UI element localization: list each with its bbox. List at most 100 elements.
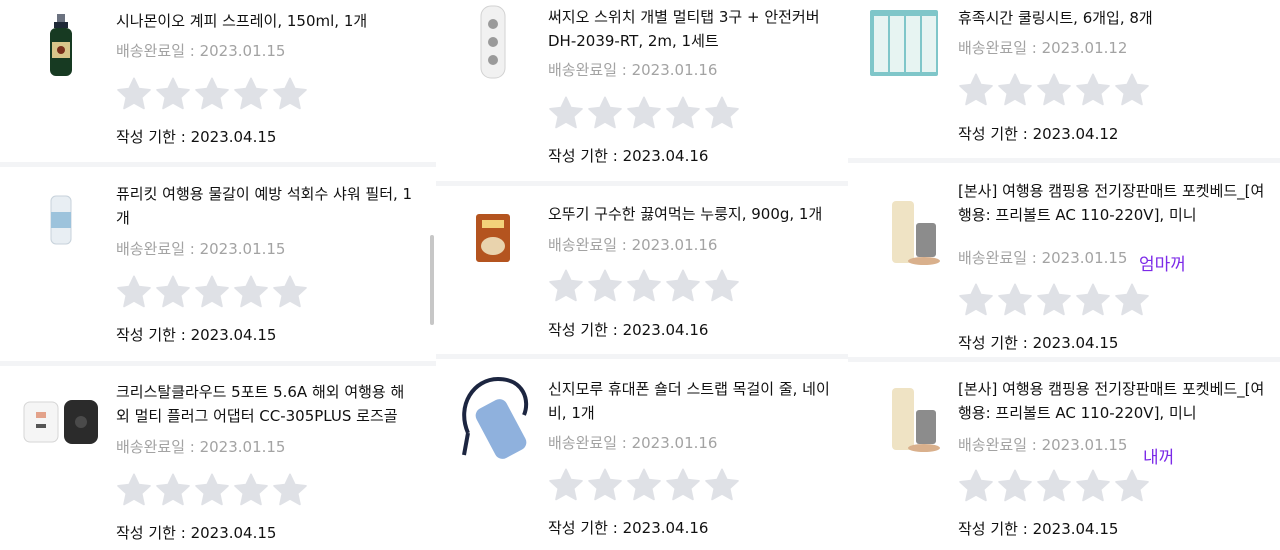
star-icon[interactable] <box>154 274 192 311</box>
review-card[interactable]: 신지모루 휴대폰 숄더 스트랩 목걸이 줄, 네이비, 1개 배송완료일 : 2… <box>436 359 848 550</box>
star-icon[interactable] <box>115 472 153 509</box>
star-rating[interactable] <box>547 95 741 132</box>
product-title: 휴족시간 쿨링시트, 6개입, 8개 <box>958 9 1153 27</box>
star-icon[interactable] <box>586 467 624 504</box>
delivery-date: 배송완료일 : 2023.01.16 <box>548 434 718 452</box>
star-icon[interactable] <box>996 72 1034 109</box>
delivery-date: 배송완료일 : 2023.01.16 <box>548 61 718 79</box>
star-icon[interactable] <box>664 467 702 504</box>
star-rating[interactable] <box>547 268 741 305</box>
shower-filter-icon[interactable] <box>48 194 74 246</box>
star-icon[interactable] <box>271 472 309 509</box>
product-title: [본사] 여행용 캠핑용 전기장판매트 포켓베드_[여행용: 프리볼트 AC 1… <box>958 182 1265 224</box>
review-card[interactable]: 퓨리킷 여행용 물갈이 예방 석회수 샤워 필터, 1개 배송완료일 : 202… <box>0 167 436 361</box>
star-icon[interactable] <box>664 268 702 305</box>
power-strip-icon[interactable] <box>478 4 508 80</box>
review-deadline: 작성 기한 : 2023.04.15 <box>116 326 277 344</box>
review-card[interactable]: 크리스탈클라우드 5포트 5.6A 해외 여행용 해외 멀티 플러그 어댑터 C… <box>0 366 436 550</box>
star-icon[interactable] <box>1113 72 1151 109</box>
star-icon[interactable] <box>586 95 624 132</box>
delivery-date: 배송완료일 : 2023.01.15 <box>116 240 286 258</box>
star-icon[interactable] <box>232 274 270 311</box>
review-card[interactable]: [본사] 여행용 캠핑용 전기장판매트 포켓베드_[여행용: 프리볼트 AC 1… <box>848 362 1280 550</box>
star-icon[interactable] <box>703 467 741 504</box>
review-column-3: 휴족시간 쿨링시트, 6개입, 8개 배송완료일 : 2023.01.12 작성… <box>848 0 1280 550</box>
star-rating[interactable] <box>547 467 741 504</box>
star-rating[interactable] <box>957 282 1151 319</box>
star-icon[interactable] <box>1113 468 1151 505</box>
review-card[interactable]: 휴족시간 쿨링시트, 6개입, 8개 배송완료일 : 2023.01.12 작성… <box>848 0 1280 158</box>
star-icon[interactable] <box>1035 468 1073 505</box>
star-icon[interactable] <box>1074 468 1112 505</box>
star-icon[interactable] <box>957 468 995 505</box>
star-icon[interactable] <box>625 268 663 305</box>
nurungji-package-icon[interactable] <box>474 212 512 264</box>
star-icon[interactable] <box>193 274 231 311</box>
star-icon[interactable] <box>996 468 1034 505</box>
review-card[interactable]: 오뚜기 구수한 끓여먹는 누룽지, 900g, 1개 배송완료일 : 2023.… <box>436 186 848 354</box>
delivery-date: 배송완료일 : 2023.01.15 <box>958 249 1128 267</box>
product-title: 시나몬이오 계피 스프레이, 150ml, 1개 <box>116 12 368 30</box>
star-icon[interactable] <box>547 467 585 504</box>
star-icon[interactable] <box>1035 72 1073 109</box>
star-icon[interactable] <box>154 472 192 509</box>
cooling-sheet-box-icon[interactable] <box>868 8 940 78</box>
star-icon[interactable] <box>271 76 309 113</box>
product-title: 크리스탈클라우드 5포트 5.6A 해외 여행용 해외 멀티 플러그 어댑터 C… <box>116 383 405 425</box>
star-icon[interactable] <box>154 76 192 113</box>
star-icon[interactable] <box>547 268 585 305</box>
delivery-date: 배송완료일 : 2023.01.15 <box>116 438 286 456</box>
product-title: 퓨리킷 여행용 물갈이 예방 석회수 샤워 필터, 1개 <box>116 185 413 227</box>
star-icon[interactable] <box>703 268 741 305</box>
review-deadline: 작성 기한 : 2023.04.16 <box>548 519 709 537</box>
review-deadline: 작성 기한 : 2023.04.16 <box>548 321 709 339</box>
star-icon[interactable] <box>957 282 995 319</box>
star-icon[interactable] <box>703 95 741 132</box>
travel-adapter-icon[interactable] <box>22 398 100 446</box>
star-rating[interactable] <box>115 472 309 509</box>
star-icon[interactable] <box>232 472 270 509</box>
star-icon[interactable] <box>625 467 663 504</box>
star-icon[interactable] <box>115 76 153 113</box>
star-icon[interactable] <box>1074 282 1112 319</box>
star-rating[interactable] <box>957 468 1151 505</box>
star-rating[interactable] <box>115 76 309 113</box>
star-icon[interactable] <box>586 268 624 305</box>
handwritten-note: 내꺼 <box>1143 448 1175 468</box>
star-icon[interactable] <box>232 76 270 113</box>
delivery-date: 배송완료일 : 2023.01.12 <box>958 39 1128 57</box>
heating-mat-icon[interactable] <box>888 197 944 267</box>
scrollbar[interactable] <box>430 235 434 325</box>
delivery-date: 배송완료일 : 2023.01.15 <box>958 436 1128 454</box>
review-card[interactable]: 시나몬이오 계피 스프레이, 150ml, 1개 배송완료일 : 2023.01… <box>0 0 436 162</box>
cinnamon-spray-icon[interactable] <box>44 12 78 78</box>
star-icon[interactable] <box>1074 72 1112 109</box>
phone-strap-icon[interactable] <box>454 375 532 463</box>
star-icon[interactable] <box>193 472 231 509</box>
review-column-2: 써지오 스위치 개별 멀티탭 3구 + 안전커버 DH-2039-RT, 2m,… <box>436 0 848 550</box>
product-title: 써지오 스위치 개별 멀티탭 3구 + 안전커버 DH-2039-RT, 2m,… <box>548 8 820 50</box>
star-icon[interactable] <box>193 76 231 113</box>
delivery-date: 배송완료일 : 2023.01.15 <box>116 42 286 60</box>
star-icon[interactable] <box>664 95 702 132</box>
heating-mat-icon[interactable] <box>888 384 944 454</box>
review-deadline: 작성 기한 : 2023.04.16 <box>548 147 709 165</box>
star-icon[interactable] <box>957 72 995 109</box>
review-deadline: 작성 기한 : 2023.04.12 <box>958 125 1119 143</box>
star-icon[interactable] <box>271 274 309 311</box>
review-card[interactable]: 써지오 스위치 개별 멀티탭 3구 + 안전커버 DH-2039-RT, 2m,… <box>436 0 848 181</box>
product-title: [본사] 여행용 캠핑용 전기장판매트 포켓베드_[여행용: 프리볼트 AC 1… <box>958 380 1265 422</box>
star-icon[interactable] <box>1113 282 1151 319</box>
product-title: 오뚜기 구수한 끓여먹는 누룽지, 900g, 1개 <box>548 205 823 223</box>
star-icon[interactable] <box>115 274 153 311</box>
star-icon[interactable] <box>1035 282 1073 319</box>
star-icon[interactable] <box>625 95 663 132</box>
star-icon[interactable] <box>547 95 585 132</box>
star-rating[interactable] <box>115 274 309 311</box>
review-deadline: 작성 기한 : 2023.04.15 <box>958 334 1119 352</box>
review-card[interactable]: [본사] 여행용 캠핑용 전기장판매트 포켓베드_[여행용: 프리볼트 AC 1… <box>848 163 1280 357</box>
review-deadline: 작성 기한 : 2023.04.15 <box>116 524 277 542</box>
star-rating[interactable] <box>957 72 1151 109</box>
star-icon[interactable] <box>996 282 1034 319</box>
review-deadline: 작성 기한 : 2023.04.15 <box>958 520 1119 538</box>
